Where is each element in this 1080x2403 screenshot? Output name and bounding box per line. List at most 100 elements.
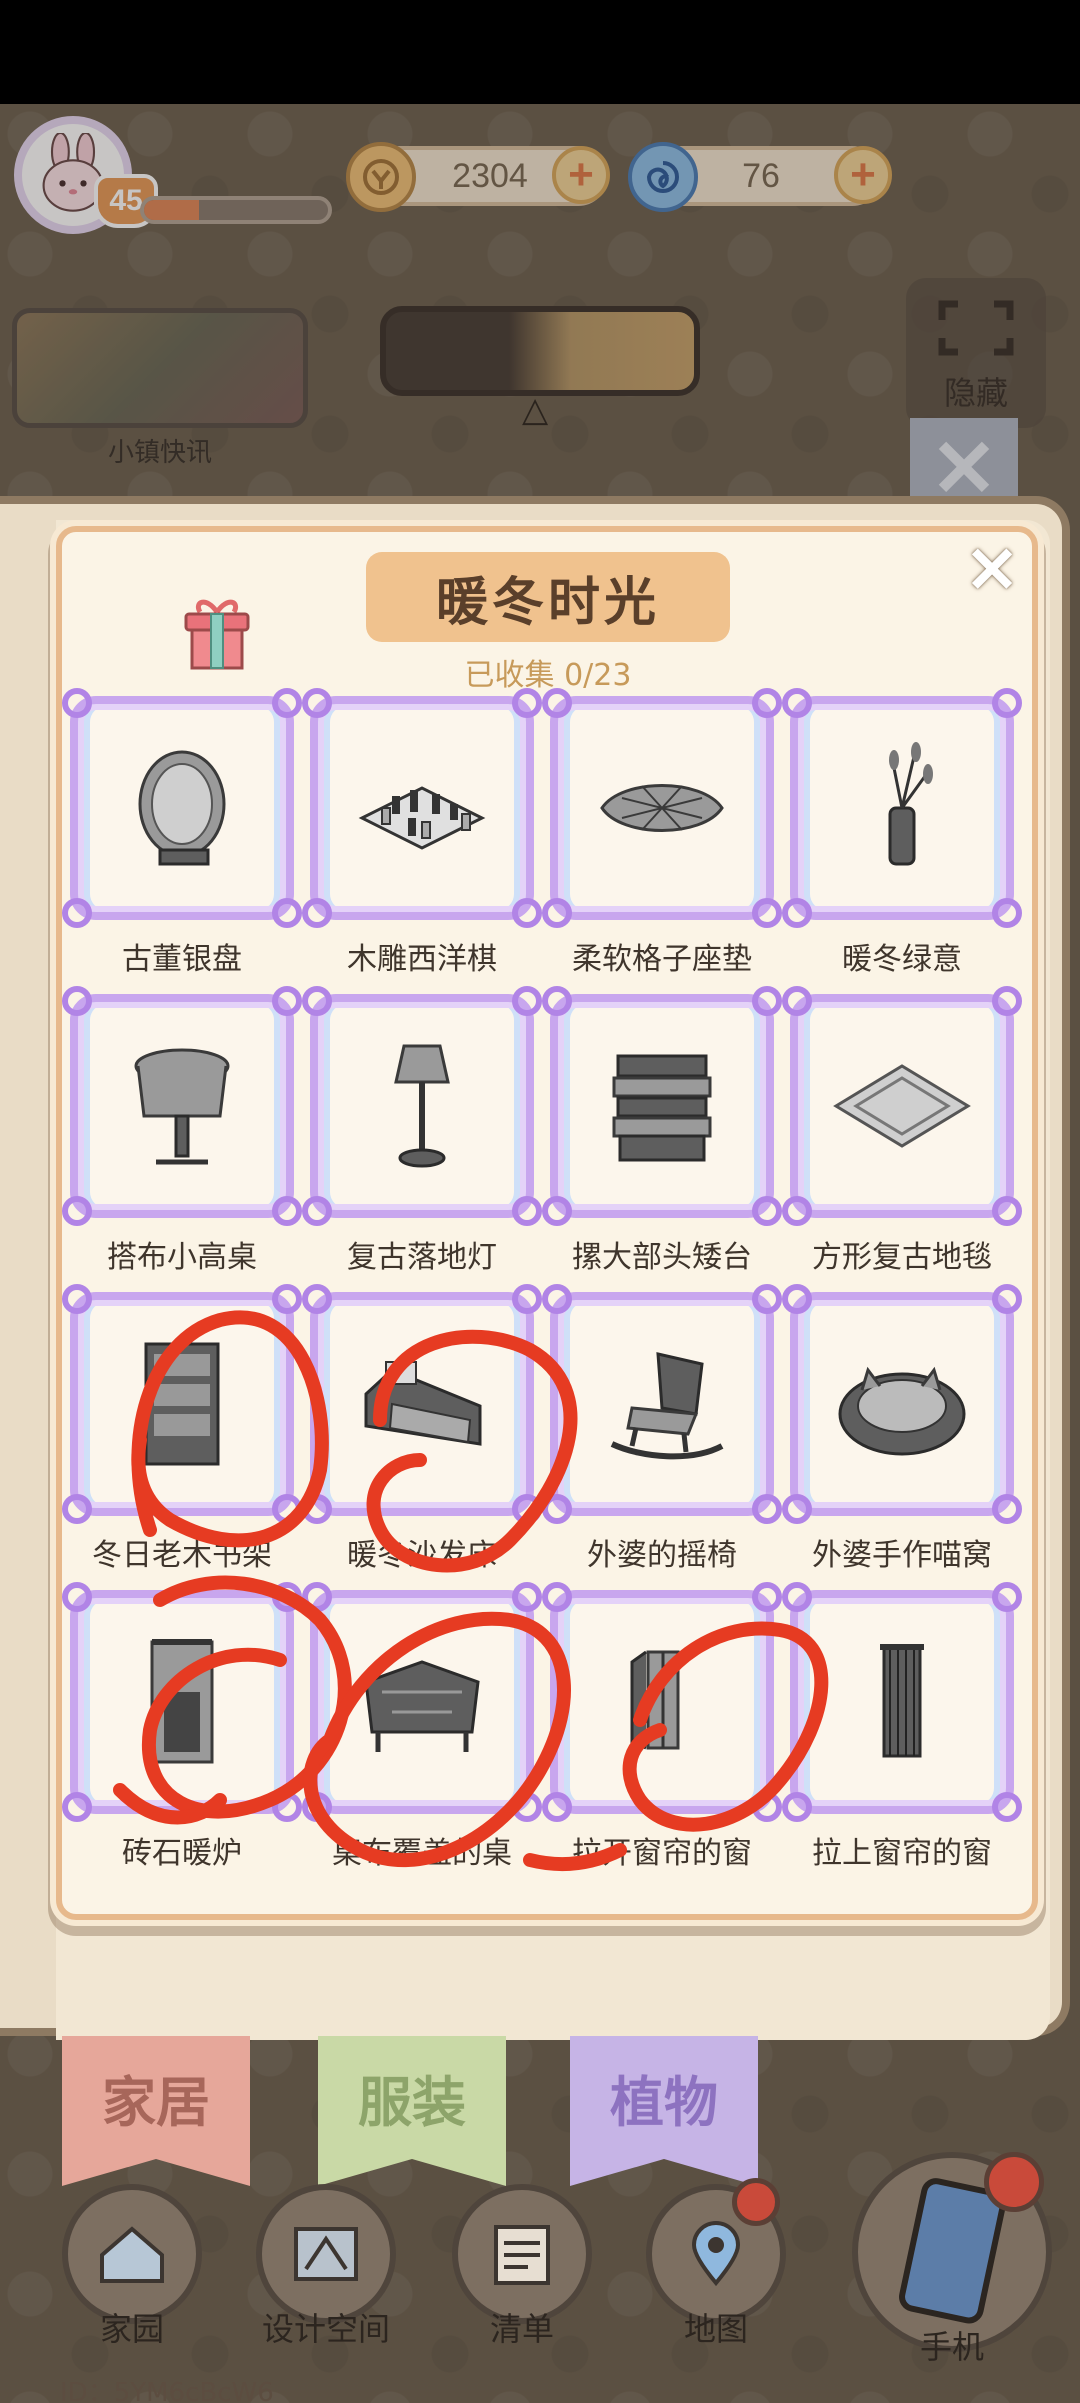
- frame-bow-ornament: [542, 986, 572, 1016]
- collection-item[interactable]: 方形复古地毯: [782, 986, 1022, 1284]
- collection-item[interactable]: 拉开窗帘的窗: [542, 1582, 782, 1880]
- item-name: 砖石暖炉: [122, 1836, 242, 1871]
- frame-bow-ornament: [542, 1196, 572, 1226]
- nav-home-button[interactable]: [62, 2184, 202, 2324]
- frame-bow-ornament: [62, 1494, 92, 1524]
- frame-bow-ornament: [512, 898, 542, 928]
- frame-bow-ornament: [992, 1792, 1022, 1822]
- frame-bow-ornament: [992, 1582, 1022, 1612]
- collection-item[interactable]: 桌布覆盖的桌: [302, 1582, 542, 1880]
- collection-item[interactable]: 古董银盘: [62, 688, 302, 986]
- frame-bow-ornament: [542, 898, 572, 928]
- covered-table-icon: [364, 1660, 480, 1752]
- frame-bow-ornament: [992, 898, 1022, 928]
- collection-item[interactable]: 暖冬绿意: [782, 688, 1022, 986]
- tab-clothing-label: 服装: [358, 2071, 466, 2134]
- rug-icon: [833, 1064, 971, 1148]
- frame-bow-ornament: [752, 1494, 782, 1524]
- frame-bow-ornament: [542, 1494, 572, 1524]
- frame-bow-ornament: [512, 688, 542, 718]
- collection-item[interactable]: 复古落地灯: [302, 986, 542, 1284]
- player-id: ID：5YM6cBcW6: [60, 2378, 274, 2403]
- collection-item[interactable]: 砖石暖炉: [62, 1582, 302, 1880]
- frame-bow-ornament: [782, 1196, 812, 1226]
- frame-bow-ornament: [512, 1284, 542, 1314]
- item-name: 古董银盘: [122, 942, 242, 977]
- collection-item[interactable]: 外婆手作喵窝: [782, 1284, 1022, 1582]
- frame-bow-ornament: [782, 1284, 812, 1314]
- item-name: 搭布小高桌: [107, 1240, 257, 1275]
- collection-item[interactable]: 摞大部头矮台: [542, 986, 782, 1284]
- frame-bow-ornament: [752, 1792, 782, 1822]
- blueprint-icon: [294, 2227, 358, 2281]
- frame-bow-ornament: [62, 1792, 92, 1822]
- frame-bow-ornament: [302, 1582, 332, 1612]
- frame-bow-ornament: [302, 688, 332, 718]
- frame-bow-ornament: [752, 1582, 782, 1612]
- frame-bow-ornament: [782, 898, 812, 928]
- sofa-bed-icon: [364, 1361, 482, 1446]
- frame-bow-ornament: [992, 688, 1022, 718]
- item-name: 外婆手作喵窝: [812, 1538, 992, 1573]
- frame-bow-ornament: [272, 898, 302, 928]
- nav-design-button[interactable]: [256, 2184, 396, 2324]
- frame-bow-ornament: [782, 1494, 812, 1524]
- nav-list-button[interactable]: [452, 2184, 592, 2324]
- nav-map-label: 地图: [683, 2310, 748, 2348]
- item-name: 外婆的摇椅: [587, 1538, 737, 1573]
- cat-bed-icon: [838, 1366, 966, 1456]
- frame-bow-ornament: [62, 1582, 92, 1612]
- item-name: 方形复古地毯: [812, 1240, 992, 1275]
- house-icon: [100, 2226, 164, 2283]
- gift-icon[interactable]: [180, 592, 254, 672]
- phone-notification-dot: [984, 2152, 1044, 2212]
- frame-bow-ornament: [272, 1284, 302, 1314]
- book-stack-icon: [612, 1054, 712, 1162]
- close-modal-button[interactable]: ✕: [962, 538, 1022, 602]
- collection-item[interactable]: 外婆的摇椅: [542, 1284, 782, 1582]
- frame-bow-ornament: [752, 986, 782, 1016]
- collection-item[interactable]: 拉上窗帘的窗: [782, 1582, 1022, 1880]
- tab-furniture-label: 家居: [102, 2071, 210, 2134]
- cushion-icon: [600, 784, 724, 832]
- item-name: 摞大部头矮台: [572, 1240, 752, 1275]
- frame-bow-ornament: [512, 1792, 542, 1822]
- collection-item[interactable]: 柔软格子座垫: [542, 688, 782, 986]
- vase-icon: [888, 742, 933, 866]
- frame-bow-ornament: [62, 1284, 92, 1314]
- frame-bow-ornament: [302, 898, 332, 928]
- map-notification-dot: [732, 2178, 780, 2226]
- frame-bow-ornament: [62, 986, 92, 1016]
- frame-bow-ornament: [992, 1494, 1022, 1524]
- nav-phone-label: 手机: [919, 2328, 984, 2366]
- item-name: 拉上窗帘的窗: [812, 1836, 992, 1871]
- frame-bow-ornament: [752, 898, 782, 928]
- frame-bow-ornament: [62, 688, 92, 718]
- frame-bow-ornament: [512, 1196, 542, 1226]
- frame-bow-ornament: [782, 688, 812, 718]
- item-name: 拉开窗帘的窗: [572, 1836, 752, 1871]
- frame-bow-ornament: [272, 1582, 302, 1612]
- collection-item[interactable]: 搭布小高桌: [62, 986, 302, 1284]
- nav-design-label: 设计空间: [261, 2310, 390, 2348]
- frame-bow-ornament: [302, 1494, 332, 1524]
- frame-bow-ornament: [992, 1196, 1022, 1226]
- frame-bow-ornament: [752, 1196, 782, 1226]
- frame-bow-ornament: [272, 1196, 302, 1226]
- checklist-icon: [494, 2225, 550, 2285]
- frame-bow-ornament: [542, 1284, 572, 1314]
- collection-item[interactable]: 暖冬沙发床: [302, 1284, 542, 1582]
- frame-bow-ornament: [542, 688, 572, 718]
- item-name: 暖冬沙发床: [347, 1538, 497, 1573]
- collection-item[interactable]: 木雕西洋棋: [302, 688, 542, 986]
- bookshelf-icon: [144, 1342, 220, 1466]
- frame-bow-ornament: [512, 1494, 542, 1524]
- collection-item[interactable]: 冬日老木书架: [62, 1284, 302, 1582]
- nav-list-label: 清单: [489, 2310, 554, 2348]
- frame-bow-ornament: [782, 986, 812, 1016]
- rocking-chair-icon: [610, 1352, 724, 1460]
- item-name: 柔软格子座垫: [572, 942, 752, 977]
- window-open-icon: [630, 1650, 680, 1750]
- item-name: 桌布覆盖的桌: [332, 1836, 512, 1871]
- collection-title: 暖冬时光: [366, 552, 730, 642]
